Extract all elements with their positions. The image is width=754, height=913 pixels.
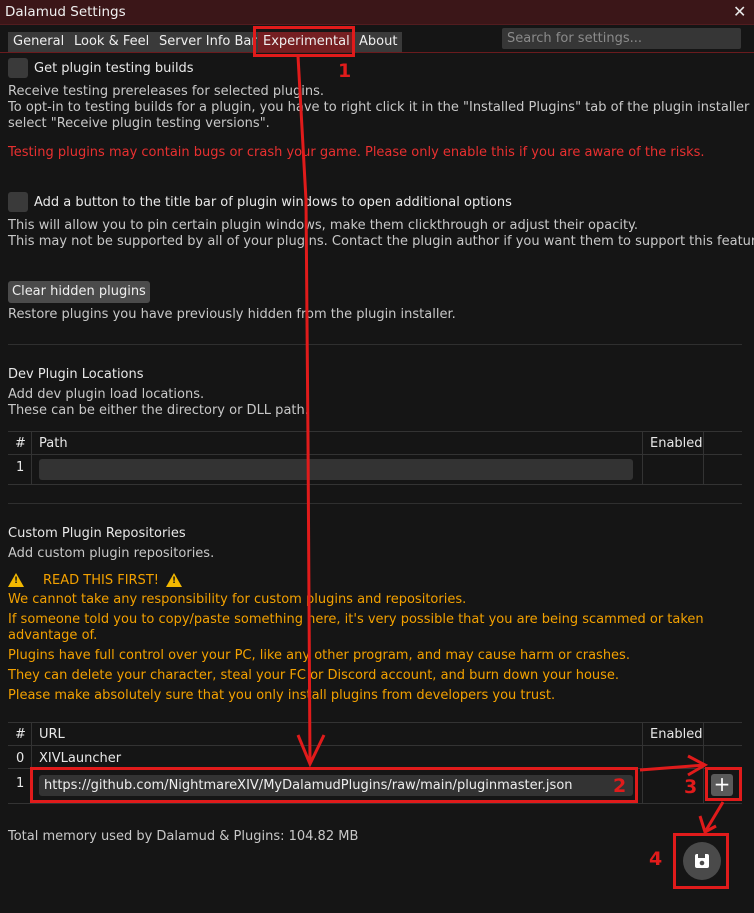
annotation-arrows (296, 55, 725, 835)
